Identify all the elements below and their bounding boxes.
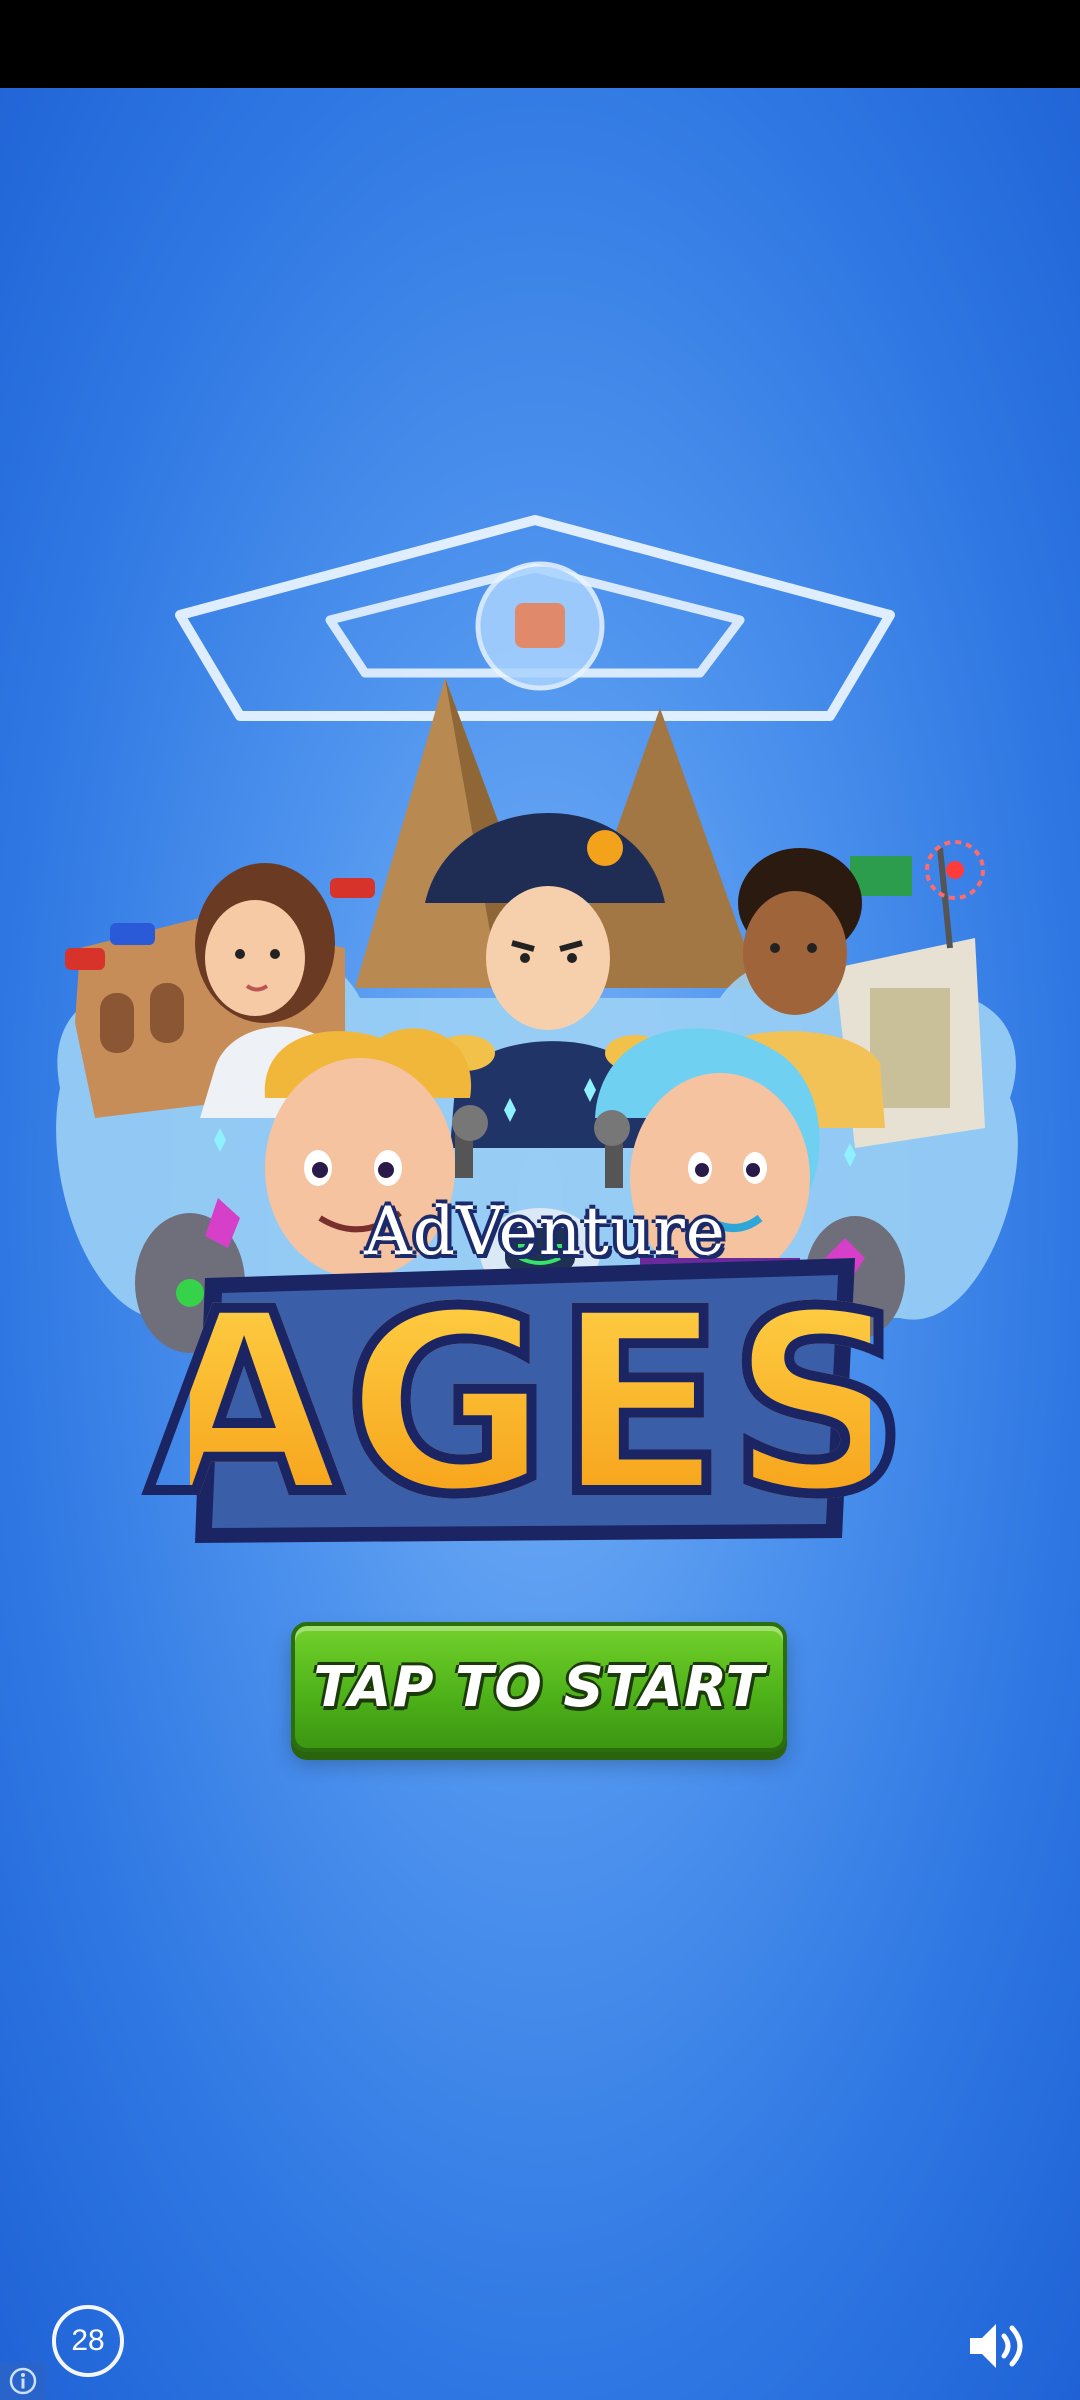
logo-title: AGES [142,1253,914,1554]
countdown-value: 28 [71,2324,105,2357]
speaker-volume-icon[interactable] [966,2318,1030,2374]
start-button-label: TAP TO START [313,1654,765,1720]
info-icon[interactable] [0,2362,46,2400]
tap-to-start-button[interactable]: TAP TO START [291,1622,787,1752]
countdown-ring-icon: 28 [52,2305,124,2377]
status-bar [0,0,1080,88]
game-title-screen[interactable]: AdVenture AGES TAP TO START 28 [0,88,1080,2400]
